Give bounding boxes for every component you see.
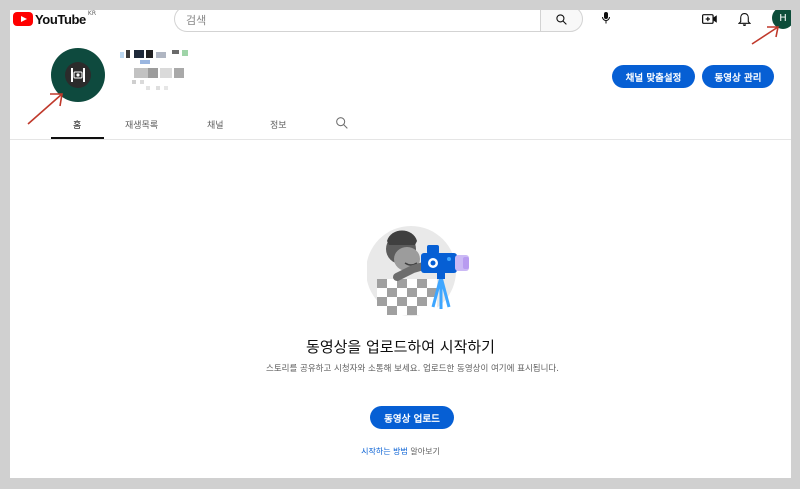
logo-text: YouTube	[35, 11, 86, 27]
camera-operator-illustration	[367, 226, 469, 316]
youtube-play-icon	[13, 12, 33, 26]
top-bar: YouTube KR 검색 H	[10, 10, 791, 48]
active-tab-indicator	[51, 137, 104, 139]
customize-channel-button[interactable]: 채널 맞춤설정	[612, 65, 695, 88]
channel-tabs: 홈 재생목록 채널 정보	[10, 110, 791, 140]
search-bar: 검색	[174, 10, 583, 32]
annotation-arrow-account-avatar	[751, 26, 779, 45]
howto-suffix: 알아보기	[407, 447, 440, 456]
redacted-channel-name	[120, 50, 192, 100]
tab-about[interactable]: 정보	[270, 118, 287, 131]
tab-channels[interactable]: 채널	[207, 118, 224, 131]
video-create-icon	[702, 14, 717, 24]
region-code: KR	[87, 10, 96, 17]
youtube-logo[interactable]: YouTube KR	[13, 10, 96, 28]
howto-line: 시작하는 방법 알아보기	[10, 446, 791, 457]
howto-link[interactable]: 시작하는 방법	[361, 447, 408, 456]
empty-state-title: 동영상을 업로드하여 시작하기	[306, 338, 495, 356]
search-input[interactable]: 검색	[174, 10, 541, 32]
tab-playlists[interactable]: 재생목록	[125, 118, 158, 131]
youtube-studio-window: YouTube KR 검색 H 채널 맞춤설정 동영상 관리 홈 재생목록 채널…	[10, 10, 791, 478]
voice-search-button[interactable]	[595, 10, 617, 29]
microphone-icon	[602, 12, 610, 24]
tab-home[interactable]: 홈	[73, 118, 81, 131]
upload-video-button[interactable]: 동영상 업로드	[370, 406, 454, 429]
search-button[interactable]	[540, 10, 583, 32]
empty-state-description: 스토리를 공유하고 시청자와 소통해 보세요. 업로드한 동영상이 여기에 표시…	[266, 364, 559, 374]
search-icon	[556, 13, 567, 25]
create-button[interactable]	[700, 10, 720, 28]
annotation-arrow-channel-avatar	[27, 93, 63, 125]
channel-search-icon[interactable]	[334, 115, 350, 131]
channel-logo-icon	[65, 62, 91, 88]
manage-videos-button[interactable]: 동영상 관리	[702, 65, 774, 88]
search-placeholder: 검색	[186, 14, 207, 27]
